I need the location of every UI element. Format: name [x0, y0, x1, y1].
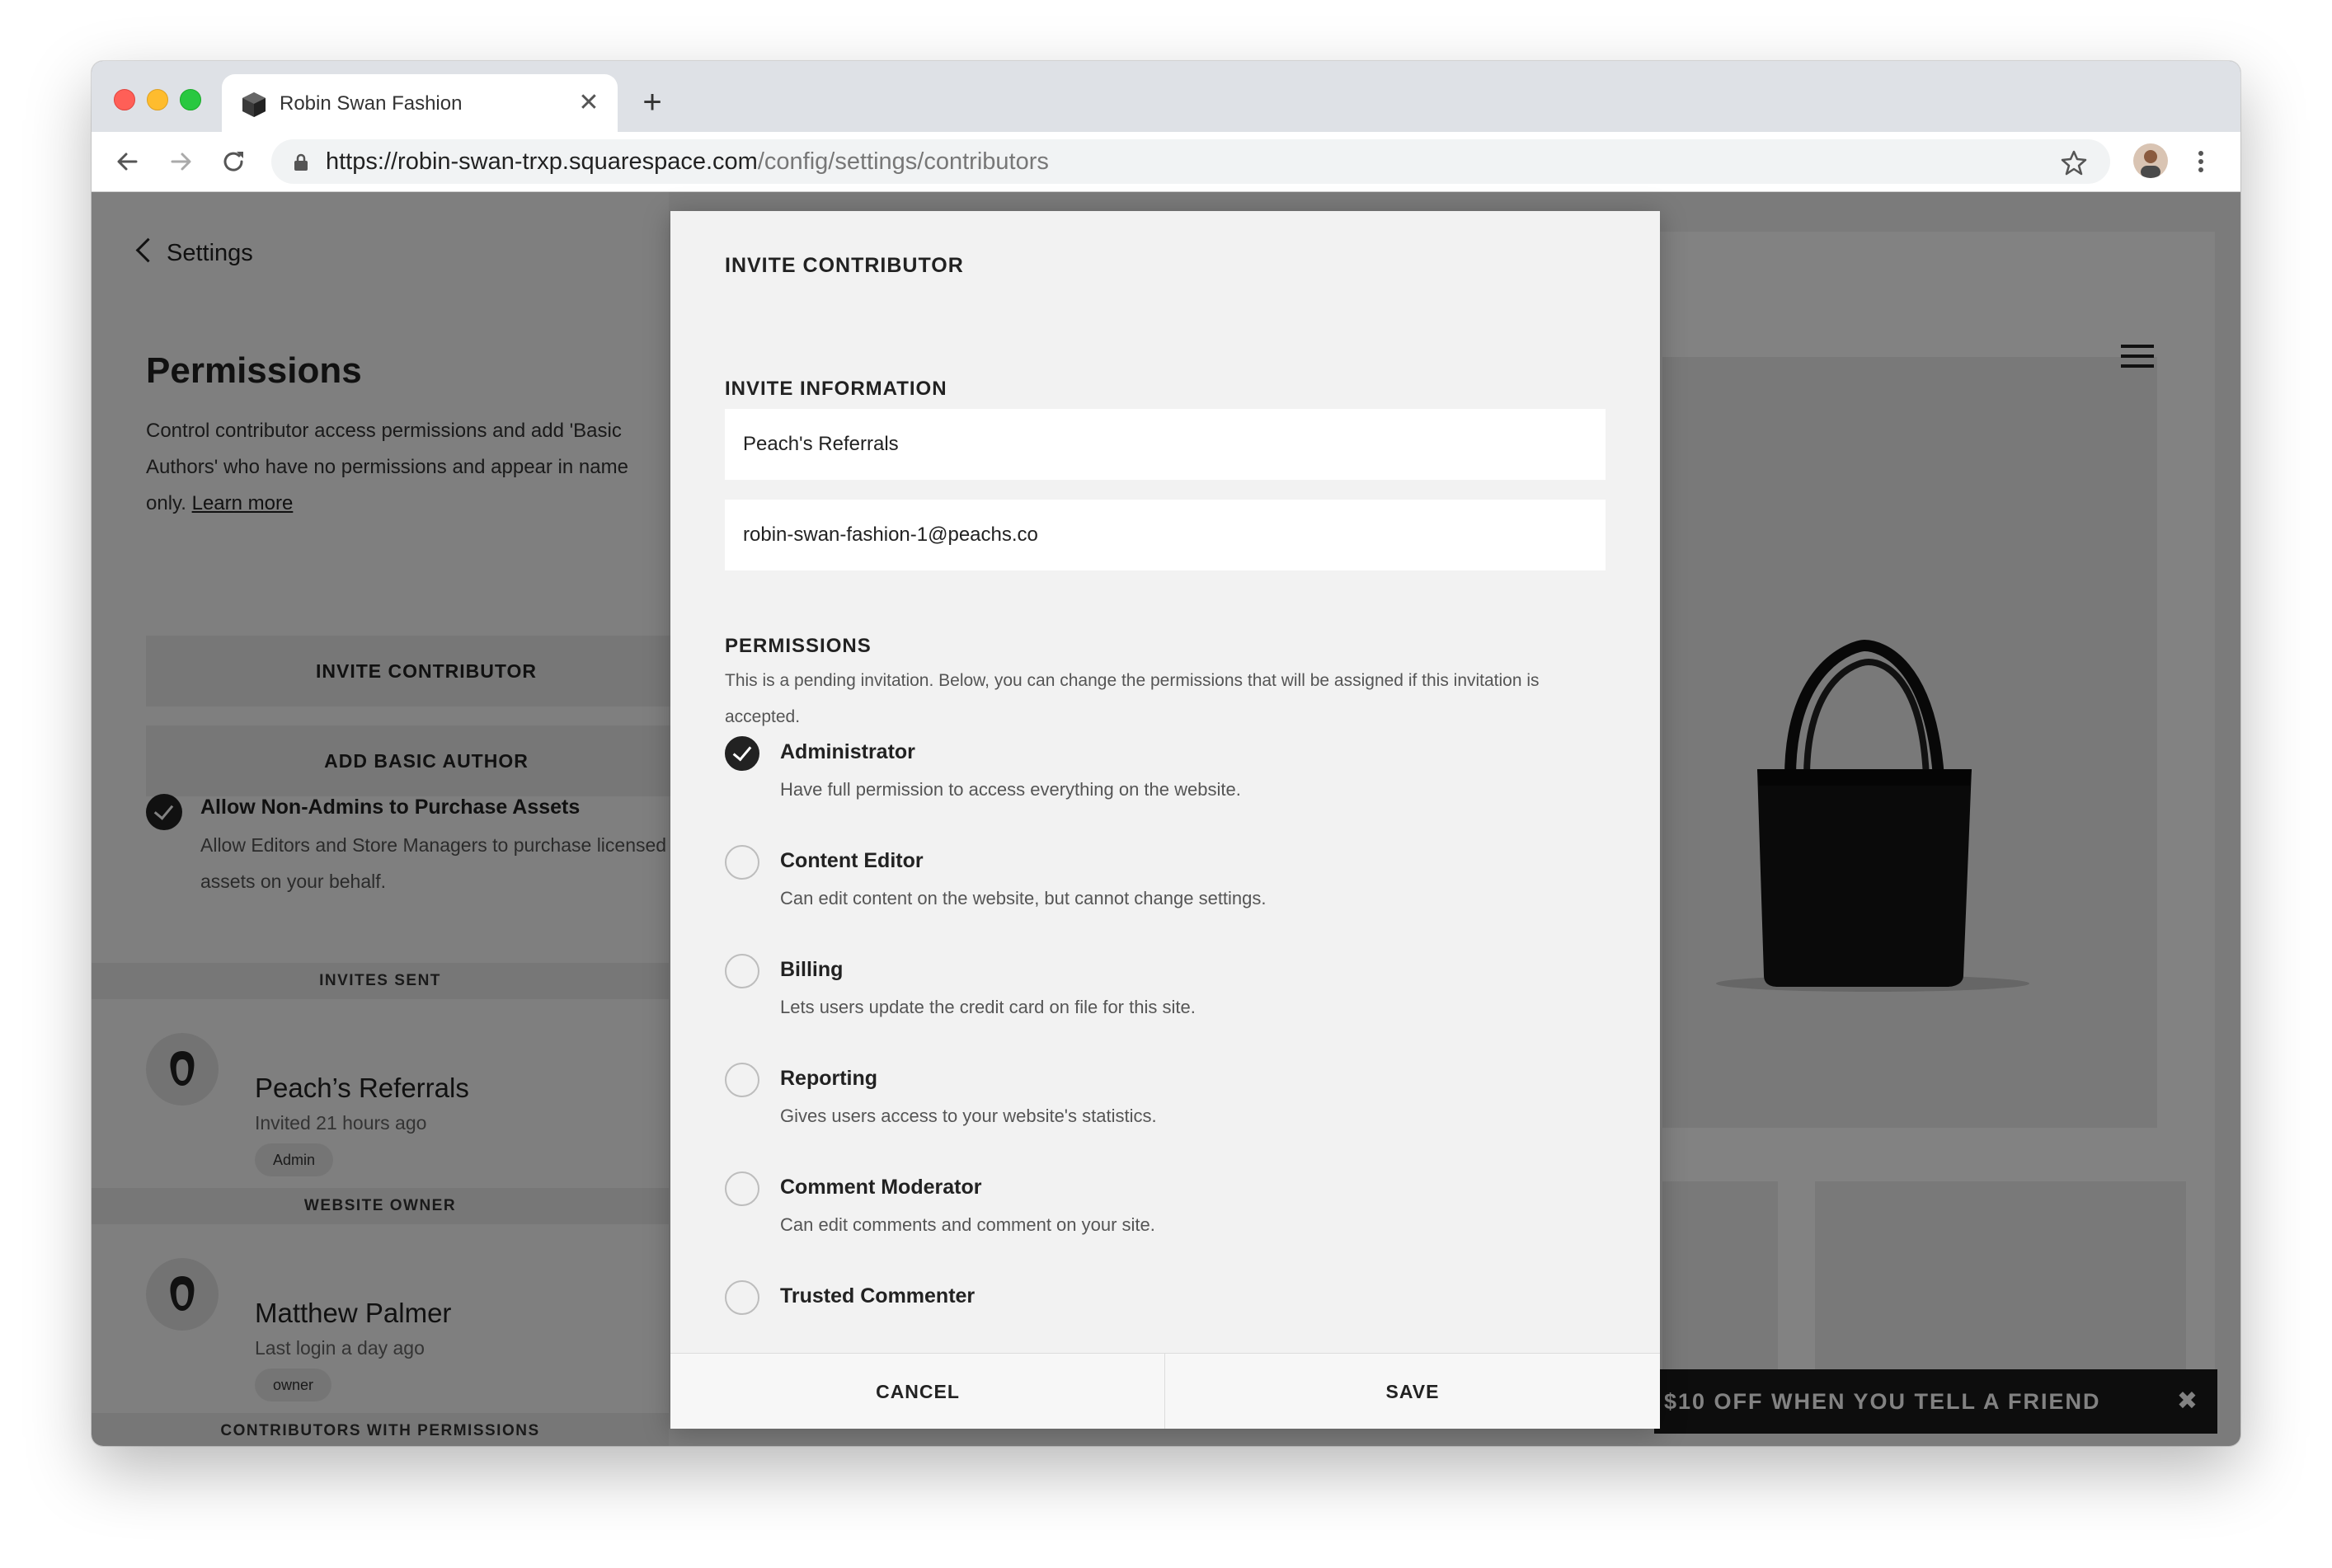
invite-contributor-modal: INVITE CONTRIBUTOR INVITE INFORMATION PE… — [670, 211, 1660, 1429]
cancel-button[interactable]: CANCEL — [670, 1354, 1165, 1429]
url-host: https://robin-swan-trxp.squarespace.com — [326, 148, 758, 175]
reporting-radio[interactable] — [725, 1063, 759, 1097]
maximize-window-button[interactable] — [180, 89, 201, 110]
permissions-note: This is a pending invitation. Below, you… — [725, 671, 1540, 726]
close-window-button[interactable] — [114, 89, 135, 110]
reload-icon[interactable] — [217, 145, 250, 178]
modal-title: INVITE CONTRIBUTOR — [725, 254, 964, 277]
name-field[interactable] — [725, 409, 1606, 480]
billing-radio[interactable] — [725, 954, 759, 988]
tab-strip: Robin Swan Fashion ✕ + — [92, 61, 2240, 132]
url-text: https://robin-swan-trxp.squarespace.com/… — [326, 148, 1049, 176]
option-label[interactable]: Comment Moderator — [780, 1176, 981, 1199]
address-bar[interactable]: https://robin-swan-trxp.squarespace.com/… — [271, 139, 2110, 184]
minimize-window-button[interactable] — [147, 89, 168, 110]
comment-moderator-radio[interactable] — [725, 1171, 759, 1206]
profile-person-icon — [2141, 150, 2160, 178]
option-desc: Lets users update the credit card on fil… — [780, 997, 1196, 1017]
bookmark-star-icon[interactable] — [2061, 149, 2087, 176]
trusted-commenter-radio[interactable] — [725, 1280, 759, 1315]
email-input[interactable] — [725, 500, 1606, 570]
email-field[interactable] — [725, 500, 1606, 570]
name-input[interactable] — [725, 409, 1606, 480]
modal-footer: CANCEL SAVE — [670, 1353, 1660, 1429]
option-desc: Have full permission to access everythin… — [780, 779, 1241, 800]
profile-avatar[interactable] — [2133, 143, 2168, 178]
browser-tab[interactable]: Robin Swan Fashion ✕ — [222, 74, 618, 132]
back-arrow-icon[interactable] — [111, 145, 144, 178]
new-tab-button[interactable]: + — [636, 86, 669, 119]
browser-toolbar: https://robin-swan-trxp.squarespace.com/… — [92, 132, 2240, 192]
more-menu-icon[interactable] — [2193, 145, 2209, 178]
lock-icon — [294, 153, 308, 171]
forward-arrow-icon[interactable] — [164, 145, 197, 178]
option-desc: Can edit comments and comment on your si… — [780, 1214, 1155, 1235]
option-label[interactable]: Administrator — [780, 740, 915, 764]
invite-information-label: INVITE INFORMATION — [725, 378, 947, 400]
tab-title: Robin Swan Fashion — [280, 92, 463, 115]
option-label[interactable]: Billing — [780, 958, 843, 982]
option-desc: Gives users access to your website's sta… — [780, 1106, 1157, 1126]
option-label[interactable]: Trusted Commenter — [780, 1284, 975, 1308]
content-editor-radio[interactable] — [725, 845, 759, 880]
tab-close-icon[interactable]: ✕ — [575, 89, 603, 117]
permissions-label: PERMISSIONS — [725, 635, 872, 657]
option-label[interactable]: Reporting — [780, 1067, 877, 1091]
url-path: /config/settings/contributors — [757, 148, 1049, 175]
save-button[interactable]: SAVE — [1165, 1354, 1660, 1429]
administrator-radio[interactable] — [725, 736, 759, 771]
option-label[interactable]: Content Editor — [780, 849, 924, 873]
cube-favicon-icon — [242, 92, 266, 117]
browser-window: Robin Swan Fashion ✕ + https://robin-swa… — [92, 61, 2240, 1446]
option-desc: Can edit content on the website, but can… — [780, 888, 1267, 908]
